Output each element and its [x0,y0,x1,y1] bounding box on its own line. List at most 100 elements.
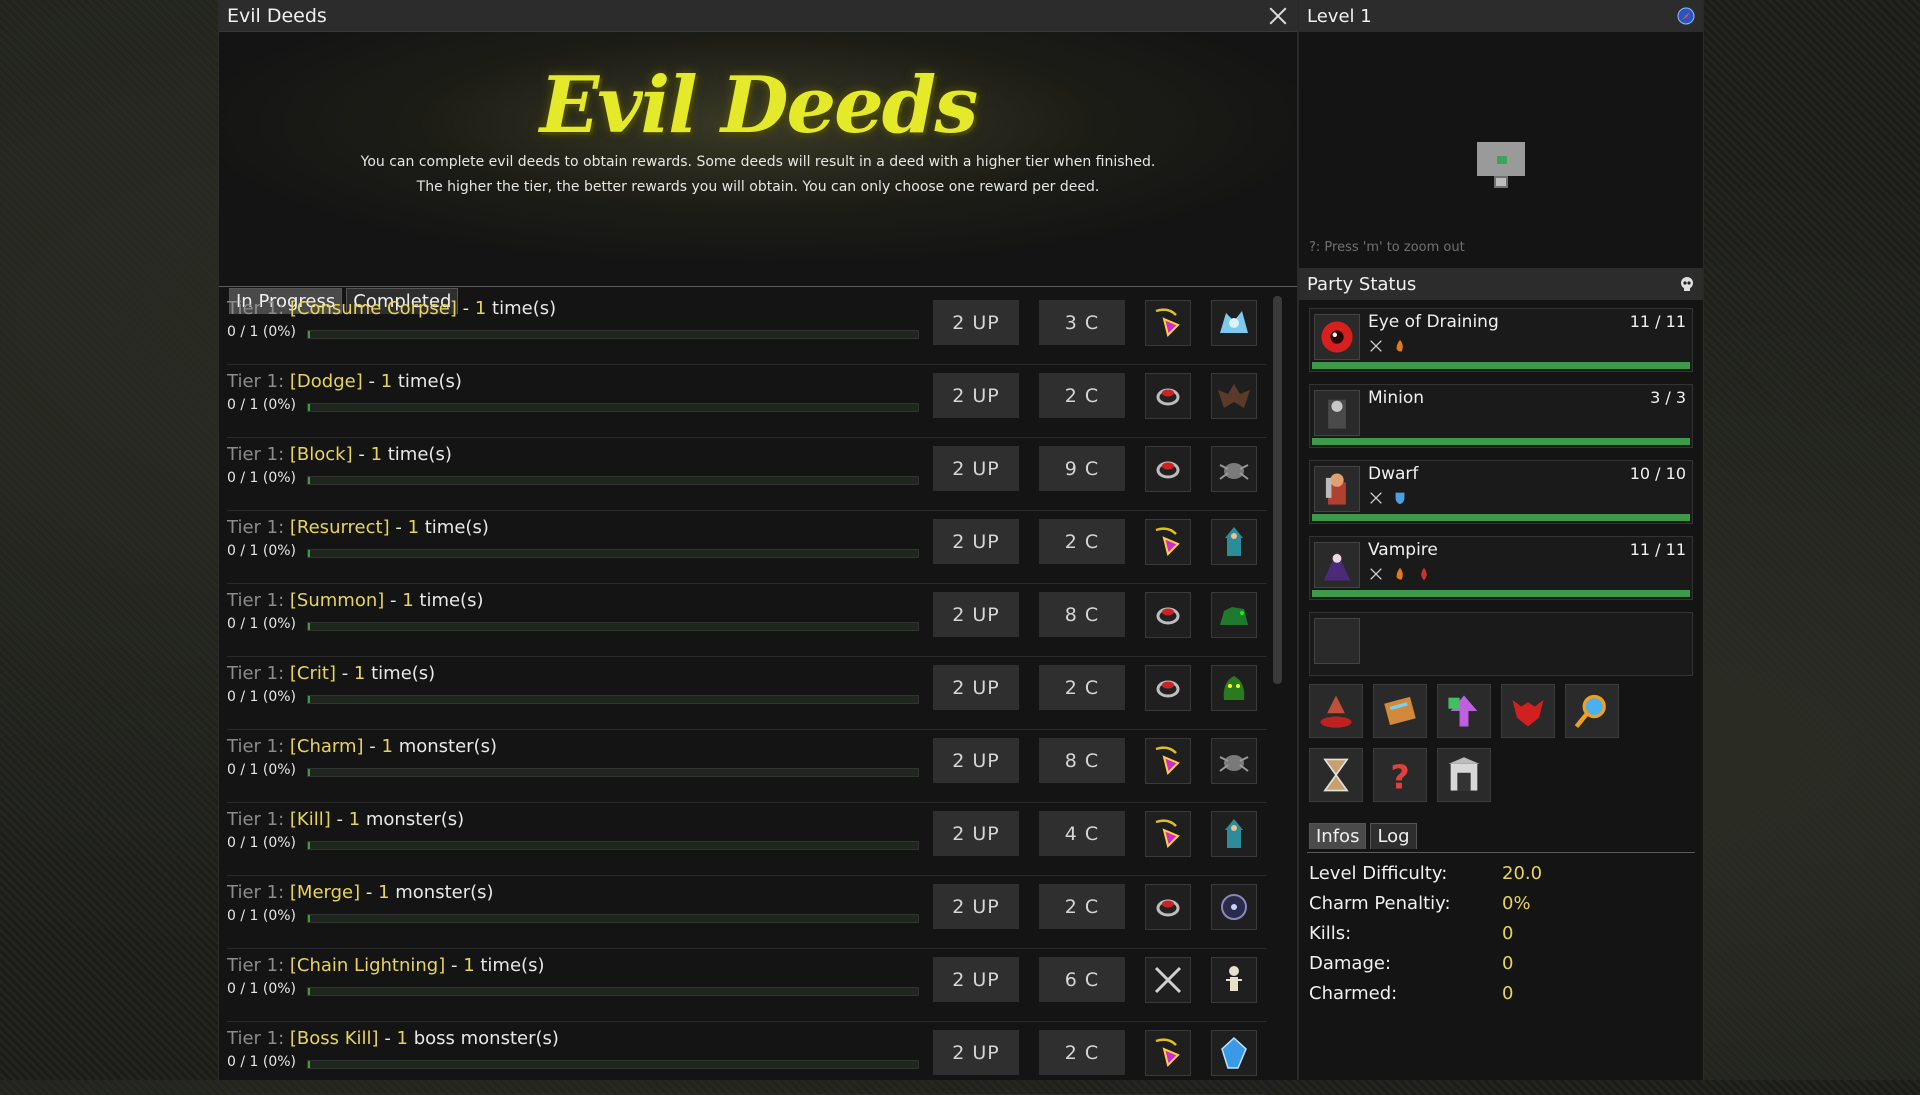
reward-item-slot[interactable] [1145,446,1191,492]
reward-monster-slot[interactable] [1211,811,1257,857]
deed-progress-fill [308,769,310,776]
reward-c-button[interactable]: 6 C [1039,957,1125,1002]
tab-log[interactable]: Log [1370,823,1417,849]
reward-c-button[interactable]: 4 C [1039,811,1125,856]
reward-c-button[interactable]: 3 C [1039,300,1125,345]
party-member[interactable]: Eye of Draining 11 / 11 [1309,308,1693,372]
reward-item-slot[interactable] [1145,373,1191,419]
deed-title: Tier 1: [Block] - 1 time(s) [227,444,452,465]
blood-icon [1421,567,1427,581]
deed-name: [Kill] [289,809,331,830]
ability-button[interactable] [1437,748,1491,802]
deed-tier: Tier 1: [227,736,285,757]
reward-c-button[interactable]: 2 C [1039,884,1125,929]
tab-infos[interactable]: Infos [1309,823,1367,849]
ability-button[interactable] [1309,684,1363,738]
reward-monster-slot[interactable] [1211,373,1257,419]
reward-up-button[interactable]: 2 UP [933,592,1019,637]
ability-button[interactable] [1373,684,1427,738]
reward-up-button[interactable]: 2 UP [933,373,1019,418]
reward-monster-slot[interactable] [1211,592,1257,638]
amulet-icon [1155,819,1180,848]
reward-item-slot[interactable] [1145,884,1191,930]
reward-up-button[interactable]: 2 UP [933,957,1019,1002]
reward-monster-slot[interactable] [1211,665,1257,711]
party-list: Eye of Draining 11 / 11 Minion 3 / 3 Dwarf 10… [1299,300,1703,600]
reward-item-slot[interactable] [1145,592,1191,638]
reward-item-slot[interactable] [1145,665,1191,711]
reward-c-button[interactable]: 2 C [1039,519,1125,564]
reward-monster-slot[interactable] [1211,884,1257,930]
deed-tier: Tier 1: [227,955,285,976]
member-hp: 11 / 11 [1629,540,1686,559]
deed-tier: Tier 1: [227,882,285,903]
party-member[interactable]: Vampire 11 / 11 [1309,536,1693,600]
reward-up-button[interactable]: 2 UP [933,665,1019,710]
reward-c-button[interactable]: 2 C [1039,665,1125,710]
reward-up-button[interactable]: 2 UP [933,738,1019,783]
info-value: 0 [1502,952,1514,974]
deed-progress-fill [308,550,310,557]
member-name: Dwarf [1368,464,1419,484]
reward-up-button[interactable]: 2 UP [933,884,1019,929]
close-icon[interactable] [1267,5,1289,27]
compass-icon[interactable] [1677,7,1695,25]
reward-up-button[interactable]: 2 UP [933,1030,1019,1075]
minimap[interactable] [1299,32,1703,268]
reward-monster-slot[interactable] [1211,519,1257,565]
reward-monster-slot[interactable] [1211,300,1257,346]
deed-name: [Crit] [289,663,336,684]
info-tabs: Infos Log [1309,823,1417,849]
deed-progress-fill [308,915,310,922]
reward-up-button[interactable]: 2 UP [933,446,1019,491]
party-member[interactable]: Minion 3 / 3 [1309,384,1693,448]
deed-progress-fill [308,1061,310,1068]
reward-up-button[interactable]: 2 UP [933,519,1019,564]
empty-party-slot[interactable] [1309,612,1693,676]
reward-c-button[interactable]: 2 C [1039,1030,1125,1075]
reward-c-button[interactable]: 8 C [1039,592,1125,637]
deed-unit: monster(s) [392,736,497,757]
reward-c-button[interactable]: 9 C [1039,446,1125,491]
ability-button[interactable]: ? [1373,748,1427,802]
demon-icon [1512,699,1544,727]
reward-monster-slot[interactable] [1211,446,1257,492]
deed-name: [Resurrect] [289,517,390,538]
deed-progress-fill [308,477,310,484]
skull-icon[interactable] [1679,276,1695,292]
deed-count: 1 [380,371,393,392]
member-portrait [1314,466,1360,512]
ability-button[interactable] [1309,748,1363,802]
reward-c-button[interactable]: 2 C [1039,373,1125,418]
reward-item-slot[interactable] [1145,738,1191,784]
reward-monster-slot[interactable] [1211,957,1257,1003]
ability-button[interactable] [1565,684,1619,738]
member-name: Vampire [1368,540,1438,560]
reward-item-slot[interactable] [1145,957,1191,1003]
orb-icon [1221,894,1247,920]
reward-c-button[interactable]: 8 C [1039,738,1125,783]
reward-item-slot[interactable] [1145,519,1191,565]
deed-progress-bar [307,768,919,777]
deed-row: Tier 1: [Crit] - 1 time(s) 0 / 1 (0%) 2 UP… [227,657,1267,730]
deed-name: [Charm] [289,736,364,757]
reward-item-slot[interactable] [1145,300,1191,346]
deed-separator: - [363,736,382,757]
reward-item-slot[interactable] [1145,811,1191,857]
ability-button[interactable] [1501,684,1555,738]
reward-up-button[interactable]: 2 UP [933,811,1019,856]
deed-progress-bar [307,549,919,558]
reward-item-slot[interactable] [1145,1030,1191,1076]
minimap-hint: ?: Press 'm' to zoom out [1309,240,1465,255]
ability-button[interactable] [1437,684,1491,738]
reward-monster-slot[interactable] [1211,738,1257,784]
reward-monster-slot[interactable] [1211,1030,1257,1076]
deeds-scrollbar[interactable] [1273,296,1282,684]
altar-icon [1448,757,1480,791]
deed-unit: monster(s) [360,809,465,830]
member-hp-bar [1312,514,1690,521]
reward-up-button[interactable]: 2 UP [933,300,1019,345]
spider-icon [1219,755,1249,772]
party-member[interactable]: Dwarf 10 / 10 [1309,460,1693,524]
deed-title: Tier 1: [Boss Kill] - 1 boss monster(s) [227,1028,559,1049]
